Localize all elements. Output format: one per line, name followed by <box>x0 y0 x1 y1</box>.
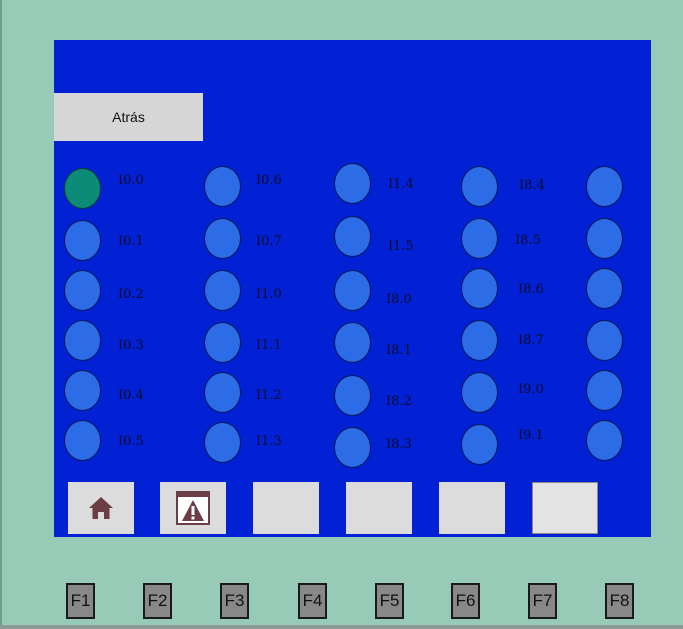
softkey-button[interactable] <box>346 482 412 534</box>
label-i9-0: I9.0 <box>518 382 544 397</box>
indicator-i1-2 <box>204 372 241 413</box>
panel-edge <box>0 0 2 629</box>
function-key-f6[interactable]: F6 <box>451 583 480 619</box>
indicator-i0-0 <box>64 168 101 209</box>
label-i9-1: I9.1 <box>518 428 544 443</box>
label-i8-0: I8.0 <box>386 292 412 307</box>
function-key-f7[interactable]: F7 <box>528 583 557 619</box>
function-key-f5[interactable]: F5 <box>375 583 404 619</box>
indicator-i0-4 <box>64 370 101 411</box>
indicator-unlabeled <box>586 320 623 361</box>
function-key-f4[interactable]: F4 <box>298 583 327 619</box>
function-key-f8[interactable]: F8 <box>605 583 634 619</box>
indicator-unlabeled <box>586 420 623 461</box>
indicator-i0-3 <box>64 320 101 361</box>
indicator-i0-7 <box>204 218 241 259</box>
label-i0-3: I0.3 <box>118 338 144 353</box>
label-i8-4: I8.4 <box>519 178 545 193</box>
indicator-i1-4 <box>334 163 371 204</box>
indicator-unlabeled <box>586 370 623 411</box>
indicator-i0-1 <box>64 220 101 261</box>
label-i0-5: I0.5 <box>118 434 144 449</box>
label-i0-6: I0.6 <box>256 173 282 188</box>
alarms-button[interactable] <box>160 482 226 534</box>
function-key-f1[interactable]: F1 <box>66 583 95 619</box>
indicator-i1-5 <box>334 216 371 257</box>
function-key-f3[interactable]: F3 <box>220 583 249 619</box>
function-key-f2[interactable]: F2 <box>143 583 172 619</box>
indicator-unlabeled <box>586 268 623 309</box>
softkey-button[interactable] <box>253 482 319 534</box>
indicator-unlabeled <box>586 166 623 207</box>
indicator-i1-0 <box>204 270 241 311</box>
label-i8-2: I8.2 <box>386 394 412 409</box>
indicator-i8-2 <box>334 375 371 416</box>
indicator-i0-2 <box>64 270 101 311</box>
indicator-i8-1 <box>334 322 371 363</box>
label-i0-2: I0.2 <box>118 287 144 302</box>
indicator-i9-0 <box>461 372 498 413</box>
label-i1-2: I1.2 <box>256 388 282 403</box>
indicator-i8-4 <box>461 166 498 207</box>
indicator-i8-6 <box>461 268 498 309</box>
label-i8-1: I8.1 <box>386 343 412 358</box>
label-i0-0: I0.0 <box>118 173 144 188</box>
softkey-button[interactable] <box>439 482 505 534</box>
label-i8-3: I8.3 <box>386 437 412 452</box>
indicator-unlabeled <box>586 218 623 259</box>
label-i0-4: I0.4 <box>118 388 144 403</box>
label-i0-7: I0.7 <box>256 234 282 249</box>
label-i1-0: I1.0 <box>256 287 282 302</box>
home-button[interactable] <box>68 482 134 534</box>
softkey-button[interactable] <box>532 482 598 534</box>
indicator-i1-1 <box>204 322 241 363</box>
label-i1-5: I1.5 <box>388 239 414 254</box>
indicator-i9-1 <box>461 424 498 465</box>
label-i8-5: I8.5 <box>515 233 541 248</box>
panel-bottom-edge <box>0 625 683 629</box>
label-i8-7: I8.7 <box>518 333 544 348</box>
indicator-i1-3 <box>204 422 241 463</box>
indicator-i8-0 <box>334 270 371 311</box>
indicator-i0-5 <box>64 420 101 461</box>
label-i1-4: I1.4 <box>388 177 414 192</box>
indicator-i8-7 <box>461 320 498 361</box>
home-icon <box>89 497 113 519</box>
label-i1-1: I1.1 <box>256 338 282 353</box>
indicator-i8-3 <box>334 427 371 468</box>
label-i8-6: I8.6 <box>518 282 544 297</box>
back-button[interactable]: Atrás <box>54 93 203 141</box>
indicator-i8-5 <box>461 218 498 259</box>
label-i0-1: I0.1 <box>118 234 144 249</box>
warning-icon <box>176 491 210 525</box>
indicator-i0-6 <box>204 166 241 207</box>
label-i1-3: I1.3 <box>256 434 282 449</box>
